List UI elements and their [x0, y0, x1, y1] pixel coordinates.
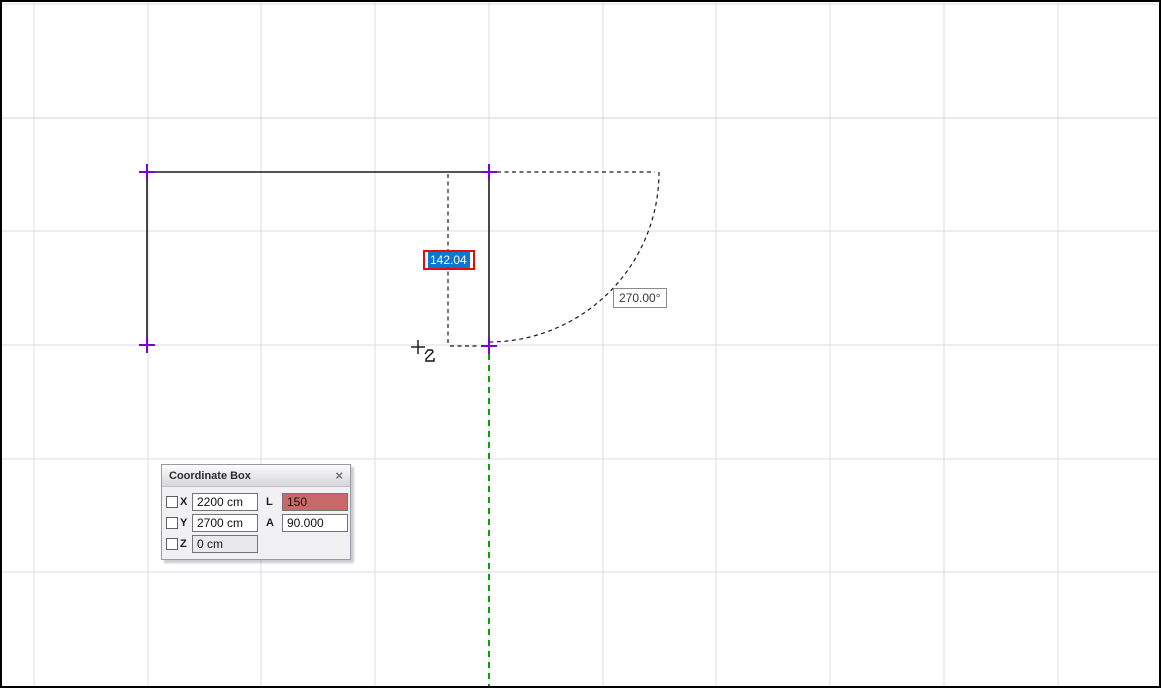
angle-arc [489, 172, 659, 342]
palette-body: X 2200 cm L 150 Y 2700 cm A 90.000 Z 0 c… [162, 487, 350, 559]
cursor-mode-glyph [425, 350, 434, 361]
y-label: Y [178, 517, 192, 529]
y-checkbox[interactable] [166, 517, 178, 529]
angle-guide [489, 172, 659, 342]
length-edit-selected-text: 142.04 [428, 252, 470, 268]
hotspot-top-left [139, 164, 155, 180]
y-value-field[interactable]: 2700 cm [192, 514, 258, 532]
x-value-field[interactable]: 2200 cm [192, 493, 258, 511]
z-checkbox[interactable] [166, 538, 178, 550]
x-checkbox[interactable] [166, 496, 178, 508]
hotspot-bottom-right [481, 338, 497, 354]
angle-readout-text: 270.00° [619, 291, 661, 305]
z-value-field[interactable]: 0 cm [192, 535, 258, 553]
palette-titlebar[interactable]: Coordinate Box × [162, 465, 350, 487]
length-label: L [266, 496, 279, 508]
hotspot-bottom-left [139, 337, 155, 353]
coordinate-row-x: X 2200 cm L 150 [166, 491, 346, 512]
coordinate-box-palette: Coordinate Box × X 2200 cm L 150 Y 2700 … [161, 464, 351, 560]
grid-lines [2, 2, 1159, 686]
drawing-canvas[interactable] [2, 2, 1159, 686]
coordinate-row-z: Z 0 cm [166, 533, 346, 554]
palette-close-button[interactable]: × [334, 469, 344, 482]
drawing-window: 142.04 270.00° Coordinate Box × X 2200 c… [0, 0, 1161, 688]
palette-title: Coordinate Box [169, 470, 334, 482]
x-label: X [178, 496, 192, 508]
coordinate-row-y: Y 2700 cm A 90.000 [166, 512, 346, 533]
angle-readout: 270.00° [613, 288, 667, 308]
length-edit-input[interactable]: 142.04 [423, 250, 475, 270]
angle-value-field[interactable]: 90.000 [282, 514, 348, 532]
z-label: Z [178, 538, 192, 550]
crosshair-cursor [411, 340, 434, 361]
length-value-field[interactable]: 150 [282, 493, 348, 511]
angle-label: A [266, 517, 279, 529]
hotspot-top-right [481, 164, 497, 180]
